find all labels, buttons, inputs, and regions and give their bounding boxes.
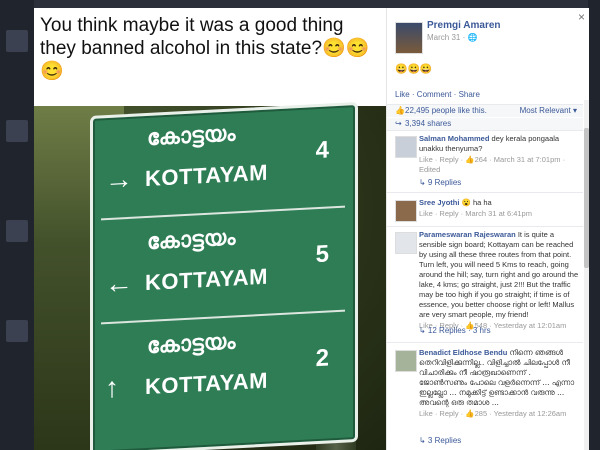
avatar[interactable] (395, 232, 417, 254)
sign-english-text: KOTTAYAM (145, 263, 268, 296)
comment-body: Sree Jyothi 😮 ha ha Like · Reply · March… (419, 198, 579, 219)
likes-count[interactable]: 22,495 people like this. (405, 106, 487, 115)
sign-malayalam-text: കോട്ടയം (147, 121, 236, 152)
post-text: 😀😀😀 (395, 64, 433, 75)
replies-link[interactable]: ↳ 9 Replies (419, 178, 461, 187)
divider (387, 342, 583, 343)
replies-link[interactable]: ↳ 12 Replies · 3 hrs (419, 326, 491, 335)
shares-count[interactable]: 3,394 shares (405, 119, 451, 128)
divider (387, 192, 583, 193)
sign-english-text: KOTTAYAM (145, 367, 268, 400)
avatar[interactable] (395, 22, 423, 54)
comment-text: It is quite a sensible sign board; Kotta… (419, 230, 579, 319)
commenter-name[interactable]: Sree Jyothi (419, 198, 459, 207)
left-backdrop-column (0, 0, 34, 450)
sign-malayalam-text: കോട്ടയം (147, 225, 236, 256)
photo-viewer[interactable]: You think maybe it was a good thing they… (34, 8, 386, 450)
sign-panel: കോട്ടയം ← KOTTAYAM 5 (101, 213, 345, 325)
comment-text: 😮 ha ha (461, 198, 492, 207)
up-arrow-icon: ↑ (105, 371, 119, 404)
sign-distance: 2 (315, 344, 329, 373)
backdrop-thumbnail (6, 320, 28, 342)
left-arrow-icon: ← (105, 266, 133, 300)
replies-link[interactable]: ↳ 3 Replies (419, 436, 461, 445)
comment-meta[interactable]: Like · Reply · 👍285 · Yesterday at 12:26… (419, 409, 579, 419)
backdrop-thumbnail (6, 30, 28, 52)
sign-panel: കോട്ടയം ↑ KOTTAYAM 2 (101, 318, 345, 427)
photo-scene: കോട്ടയം → KOTTAYAM 4 കോട്ടയം ← KOTTAYAM … (34, 101, 386, 450)
share-icon: ↪ (395, 119, 402, 128)
comment-meta[interactable]: Like · Reply · 👍264 · March 31 at 7:01pm… (419, 155, 579, 175)
avatar[interactable] (395, 136, 417, 158)
post-actions[interactable]: Like · Comment · Share (395, 90, 480, 99)
right-backdrop-edge (588, 0, 600, 450)
sign-panel: കോട്ടയം → KOTTAYAM 4 (101, 109, 345, 221)
right-arrow-icon: → (105, 162, 133, 196)
avatar[interactable] (395, 200, 417, 222)
comment-body: Benadict Eldhose Bendu നിന്നെ ഞങ്ങൾ തെറി… (419, 348, 579, 419)
post-date[interactable]: March 31 · 🌐 (427, 33, 477, 42)
sign-english-text: KOTTAYAM (145, 159, 268, 192)
post-sidebar: × Premgi Amaren March 31 · 🌐 😀😀😀 Like · … (386, 8, 589, 450)
comment-body: Parameswaran Rajeswaran It is quite a se… (419, 230, 579, 331)
most-relevant-dropdown[interactable]: Most Relevant ▾ (520, 106, 577, 115)
commenter-name[interactable]: Benadict Eldhose Bendu (419, 348, 507, 357)
divider (387, 226, 583, 227)
shares-row: ↪ 3,394 shares (387, 118, 583, 131)
sign-malayalam-text: കോട്ടയം (147, 329, 236, 360)
avatar[interactable] (395, 350, 417, 372)
author-name[interactable]: Premgi Amaren (427, 20, 501, 31)
sign-distance: 4 (315, 136, 329, 165)
photo-caption: You think maybe it was a good thing they… (40, 15, 370, 82)
backdrop-thumbnail (6, 120, 28, 142)
scrollbar-thumb[interactable] (584, 128, 589, 268)
thumbs-up-icon: 👍 (395, 106, 405, 115)
road-sign: കോട്ടയം → KOTTAYAM 4 കോട്ടയം ← KOTTAYAM … (90, 101, 358, 450)
commenter-name[interactable]: Parameswaran Rajeswaran (419, 230, 516, 239)
comment-body: Salman Mohammed dey kerala pongaala unak… (419, 134, 579, 175)
likes-row: 👍 22,495 people like this. Most Relevant… (387, 104, 583, 117)
backdrop-thumbnail (6, 220, 28, 242)
commenter-name[interactable]: Salman Mohammed (419, 134, 489, 143)
close-icon[interactable]: × (578, 10, 585, 24)
sign-distance: 5 (315, 240, 329, 269)
comment-meta[interactable]: Like · Reply · March 31 at 6:41pm (419, 209, 579, 219)
